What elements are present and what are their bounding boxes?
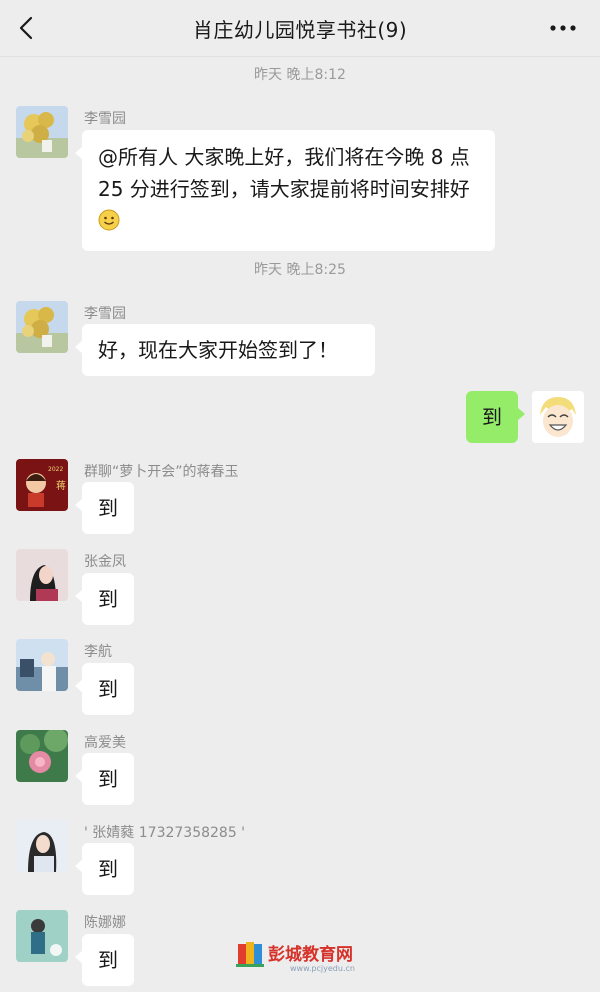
message-text: 到	[98, 587, 118, 611]
avatar[interactable]	[16, 301, 68, 353]
message-text: 到	[98, 857, 118, 881]
my-avatar[interactable]	[532, 391, 584, 443]
timestamp: 昨天 晚上8:25	[254, 262, 346, 278]
avatar[interactable]	[16, 639, 68, 691]
sender-name: 李雪园	[84, 306, 126, 322]
sender-name: 陈娜娜	[84, 915, 126, 931]
message-bubble[interactable]: 到	[75, 753, 134, 805]
message-text: 好，现在大家开始签到了！	[98, 338, 338, 362]
smile-emoji-icon	[98, 208, 120, 240]
avatar[interactable]	[16, 820, 68, 872]
message-text: @所有人 大家晚上好，我们将在今晚 8 点 25 分进行签到，请大家提前将时间安…	[98, 145, 470, 201]
message-text: 到	[482, 405, 502, 429]
watermark-logo: 彭城教育网 www.pcjyedu.cn	[236, 942, 355, 973]
message-text: 到	[98, 496, 118, 520]
chat-title: 肖庄幼儿园悦享书社(9)	[192, 18, 408, 42]
message-bubble[interactable]: 到	[75, 482, 134, 534]
sender-name: 群聊“萝卜开会”的蒋春玉	[84, 464, 239, 480]
message-bubble[interactable]: @所有人 大家晚上好，我们将在今晚 8 点 25 分进行签到，请大家提前将时间安…	[75, 130, 495, 251]
avatar[interactable]	[16, 549, 68, 601]
message-bubble[interactable]: 到	[75, 843, 134, 895]
sender-name: 李航	[84, 644, 112, 660]
chat-header: 肖庄幼儿园悦享书社(9)	[0, 0, 600, 57]
svg-text:蒋: 蒋	[56, 480, 66, 492]
avatar[interactable]	[16, 106, 68, 158]
svg-text:2022: 2022	[48, 466, 63, 473]
message-text: 到	[98, 677, 118, 701]
message-text: 到	[98, 767, 118, 791]
watermark-name: 彭城教育网	[268, 944, 353, 965]
my-message-bubble[interactable]: 到	[466, 391, 525, 443]
timestamp: 昨天 晚上8:12	[254, 67, 346, 83]
more-dots-icon[interactable]	[548, 16, 578, 40]
message-bubble[interactable]: 到	[75, 573, 134, 625]
sender-name: ' 张婧蕤 17327358285 '	[84, 825, 246, 841]
message-bubble[interactable]: 好，现在大家开始签到了！	[75, 324, 375, 376]
sender-name: 高爱美	[84, 735, 126, 751]
sender-name: 李雪园	[84, 111, 126, 127]
message-bubble[interactable]: 到	[75, 663, 134, 715]
avatar[interactable]: 蒋 2022	[16, 459, 68, 511]
sender-name: 张金凤	[84, 554, 126, 570]
message-text: 到	[98, 948, 118, 972]
avatar[interactable]	[16, 730, 68, 782]
avatar[interactable]	[16, 910, 68, 962]
message-bubble[interactable]: 到	[75, 934, 134, 986]
watermark-url: www.pcjyedu.cn	[290, 964, 355, 973]
